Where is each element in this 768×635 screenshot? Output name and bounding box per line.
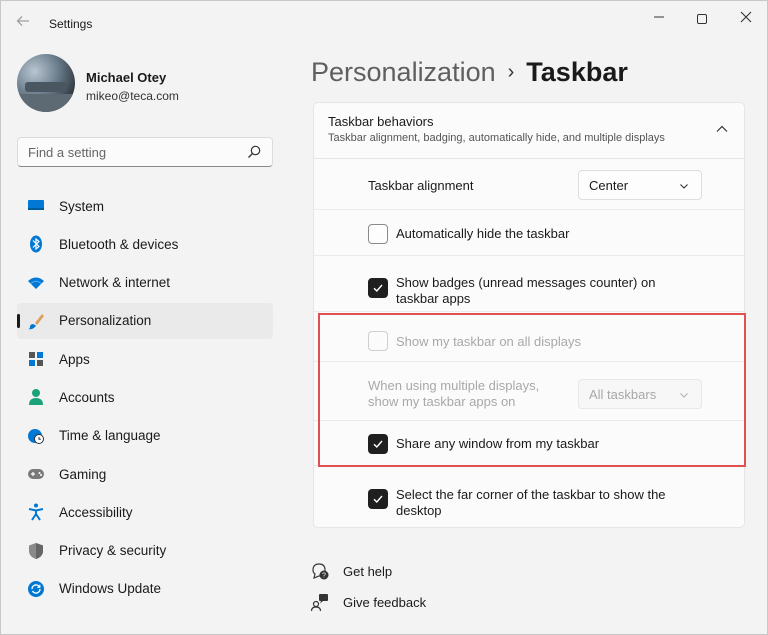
apps-icon xyxy=(27,350,45,368)
get-help-label: Get help xyxy=(343,563,393,579)
checkmark-icon xyxy=(373,284,383,293)
sidebar-nav: System Bluetooth & devices Network & int… xyxy=(17,188,273,609)
sidebar-item-label: Gaming xyxy=(59,466,107,482)
sidebar-item-network[interactable]: Network & internet xyxy=(17,265,273,301)
brush-icon xyxy=(27,312,45,330)
auto-hide-checkbox[interactable] xyxy=(368,224,388,244)
sidebar-item-system[interactable]: System xyxy=(17,188,273,224)
chevron-down-icon xyxy=(680,184,688,189)
badges-label-line2: taskbar apps xyxy=(396,291,471,306)
sidebar-item-label: Personalization xyxy=(59,313,152,329)
section-title: Taskbar behaviors xyxy=(328,114,434,129)
maximize-button[interactable] xyxy=(685,7,719,29)
wifi-icon xyxy=(27,274,45,292)
help-icon: ? xyxy=(312,563,329,580)
checkmark-icon xyxy=(373,495,383,504)
user-name: Michael Otey xyxy=(86,70,167,85)
highlight-box xyxy=(318,313,746,467)
badges-checkbox[interactable] xyxy=(368,278,388,298)
user-email: mikeo@teca.com xyxy=(86,89,179,103)
breadcrumb-parent[interactable]: Personalization xyxy=(311,57,496,87)
back-button[interactable] xyxy=(13,11,33,31)
sidebar-item-personalization[interactable]: Personalization xyxy=(17,302,273,339)
taskbar-alignment-dropdown[interactable]: Center xyxy=(578,170,702,200)
settings-window: Settings Michael Otey mikeo@teca.com Sys… xyxy=(0,0,768,635)
sidebar-item-accounts[interactable]: Accounts xyxy=(17,379,273,415)
shield-icon xyxy=(27,542,45,560)
far-corner-label-line1: Select the far corner of the taskbar to … xyxy=(396,487,666,502)
section-subtitle: Taskbar alignment, badging, automaticall… xyxy=(328,132,665,144)
auto-hide-label: Automatically hide the taskbar xyxy=(396,226,570,241)
search-icon[interactable] xyxy=(246,144,262,160)
sidebar-item-label: Network & internet xyxy=(59,275,171,291)
taskbar-alignment-label: Taskbar alignment xyxy=(368,178,474,193)
badges-label: Show badges (unread messages counter) on… xyxy=(396,275,655,307)
sidebar-item-label: Apps xyxy=(59,351,90,367)
sidebar-item-label: Windows Update xyxy=(59,581,162,597)
accessibility-icon xyxy=(27,503,45,521)
sidebar-item-label: Accessibility xyxy=(59,504,133,520)
close-button[interactable] xyxy=(729,7,763,29)
refresh-icon xyxy=(27,580,45,598)
sidebar-item-bluetooth[interactable]: Bluetooth & devices xyxy=(17,226,273,262)
taskbar-alignment-row: Taskbar alignment Center xyxy=(314,160,744,210)
gamepad-icon xyxy=(27,465,45,483)
close-icon xyxy=(740,11,752,23)
sidebar-item-label: System xyxy=(59,198,105,214)
search-input[interactable] xyxy=(18,138,244,166)
badges-label-line1: Show badges (unread messages counter) on xyxy=(396,275,656,290)
breadcrumb: Personalization › Taskbar xyxy=(311,57,628,88)
maximize-icon xyxy=(697,14,707,25)
page-title: Taskbar xyxy=(526,57,628,87)
give-feedback-label: Give feedback xyxy=(343,594,427,610)
person-icon xyxy=(27,388,45,406)
avatar[interactable] xyxy=(17,54,75,112)
title-bar: Settings xyxy=(1,1,768,43)
dropdown-value: Center xyxy=(589,178,629,193)
minimize-button[interactable] xyxy=(642,7,676,29)
sidebar-item-privacy[interactable]: Privacy & security xyxy=(17,533,273,569)
badges-row: Show badges (unread messages counter) on… xyxy=(314,256,744,312)
search-box xyxy=(17,137,273,167)
sidebar-item-time-language[interactable]: Time & language xyxy=(17,418,273,454)
far-corner-label-line2: desktop xyxy=(396,503,442,518)
sidebar-item-label: Time & language xyxy=(59,428,161,444)
sidebar-item-apps[interactable]: Apps xyxy=(17,341,273,377)
sidebar-item-accessibility[interactable]: Accessibility xyxy=(17,494,273,530)
svg-text:?: ? xyxy=(322,573,326,580)
auto-hide-row: Automatically hide the taskbar xyxy=(314,210,744,256)
far-corner-checkbox[interactable] xyxy=(368,489,388,509)
far-corner-label: Select the far corner of the taskbar to … xyxy=(396,487,666,519)
sidebar-item-gaming[interactable]: Gaming xyxy=(17,456,273,492)
back-arrow-icon xyxy=(16,16,29,26)
sidebar-item-label: Accounts xyxy=(59,389,115,405)
far-corner-row: Select the far corner of the taskbar to … xyxy=(314,466,744,528)
minimize-icon xyxy=(654,16,664,18)
bluetooth-icon xyxy=(27,235,45,253)
globe-clock-icon xyxy=(27,427,45,445)
section-header[interactable]: Taskbar behaviors Taskbar alignment, bad… xyxy=(314,103,744,159)
sidebar-item-windows-update[interactable]: Windows Update xyxy=(17,571,273,607)
give-feedback-link[interactable]: Give feedback xyxy=(310,592,426,612)
sidebar-item-label: Privacy & security xyxy=(59,543,167,559)
sidebar-item-label: Bluetooth & devices xyxy=(59,236,179,252)
breadcrumb-separator-icon: › xyxy=(507,61,515,83)
app-title: Settings xyxy=(49,17,93,31)
monitor-icon xyxy=(27,197,45,215)
feedback-icon xyxy=(310,594,328,612)
get-help-link[interactable]: ? Get help xyxy=(310,561,392,581)
chevron-up-icon[interactable] xyxy=(714,121,730,137)
